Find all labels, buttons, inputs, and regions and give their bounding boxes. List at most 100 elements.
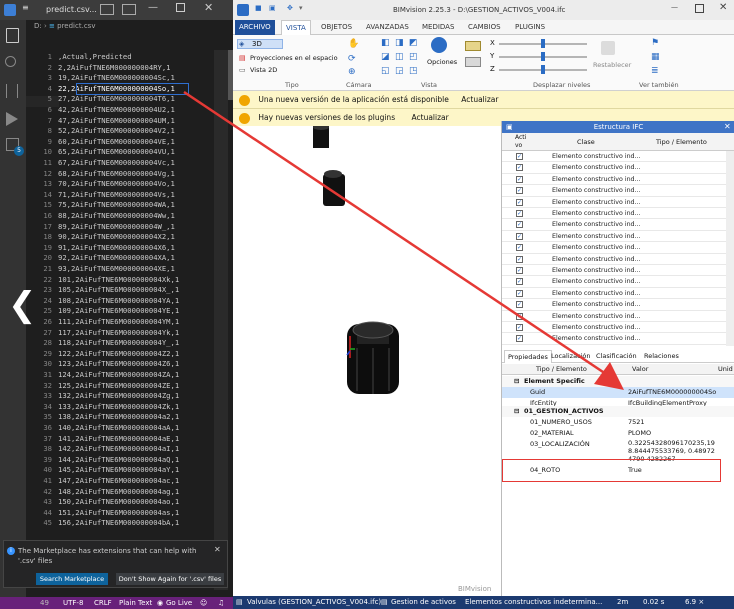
ifc-row[interactable]: ✓ Elemento constructivo ind... <box>502 197 726 208</box>
bell-icon[interactable]: ♫ <box>218 597 224 609</box>
code-line[interactable]: 44 151,2AiFufTNE6M000000004as,1 <box>26 508 233 519</box>
code-line[interactable]: 24 108,2AiFufTNE6M000000004YA,1 <box>26 296 233 307</box>
code-line[interactable]: 2 2,2AiFufTNE6M000000004RY,1 <box>26 63 233 74</box>
status-mode[interactable]: Gestion de activos <box>391 596 456 609</box>
section-element-specific[interactable]: ⊟ Element Specific <box>502 376 734 387</box>
code-line[interactable]: 17 89,2AiFufTNE6M000000004W_,1 <box>26 222 233 233</box>
tab-objetos[interactable]: OBJETOS <box>317 20 356 35</box>
slider-y-thumb[interactable] <box>541 52 545 61</box>
ifc-row[interactable]: ✓ Elemento constructivo ind... <box>502 162 726 174</box>
code-line[interactable]: 14 71,2AiFufTNE6M000000004Vs,1 <box>26 190 233 201</box>
active-checkbox[interactable]: ✓ <box>516 198 523 206</box>
active-checkbox[interactable]: ✓ <box>516 301 523 309</box>
view-back-icon[interactable]: ◨ <box>395 38 404 48</box>
close-icon[interactable]: ✕ <box>204 1 213 14</box>
view-iso3-icon[interactable]: ◳ <box>409 66 418 76</box>
view-bottom-icon[interactable]: ◰ <box>409 52 418 62</box>
ifc-row[interactable]: ✓ Elemento constructivo ind... <box>502 276 726 288</box>
code-line[interactable]: 11 67,2AiFufTNE6M000000004Vc,1 <box>26 158 233 169</box>
ifc-row[interactable]: ✓ Elemento constructivo ind... <box>502 242 726 254</box>
tab-relaciones[interactable]: Relaciones <box>641 350 682 363</box>
tab-cambios[interactable]: CAMBIOS <box>464 20 505 35</box>
status-eol[interactable]: CRLF <box>94 597 112 609</box>
ifc-row[interactable]: ✓ Elemento constructivo ind... <box>502 311 726 322</box>
code-line[interactable]: 18 90,2AiFufTNE6M000000004X2,1 <box>26 232 233 243</box>
pin-icon[interactable]: ▣ <box>506 123 513 131</box>
active-checkbox[interactable]: ✓ <box>516 289 523 297</box>
tab-plugins[interactable]: PLUGINS <box>511 20 549 35</box>
active-checkbox[interactable]: ✓ <box>516 153 523 160</box>
ifc-row[interactable]: ✓ Elemento constructivo ind... <box>502 299 726 311</box>
status-file[interactable]: Valvulas (GESTION_ACTIVOS_V004.ifc) <box>247 596 381 609</box>
accounts-icon[interactable]: ☺ <box>200 597 207 609</box>
ifc-row[interactable]: ✓ Elemento constructivo ind... <box>502 333 726 345</box>
camera-orbit-icon[interactable]: ⟳ <box>348 54 356 64</box>
tab-localizacion[interactable]: Localización <box>548 350 594 363</box>
code-area[interactable]: 1 ,Actual,Predicted 2 2,2AiFufTNE6M00000000… <box>26 52 233 592</box>
tab-avanzadas[interactable]: AVANZADAS <box>362 20 413 35</box>
active-checkbox[interactable]: ✓ <box>516 221 523 229</box>
ifc-row[interactable]: ✓ Elemento constructivo ind... <box>502 151 726 163</box>
code-line[interactable]: 7 47,2AiFufTNE6M000000004UM,1 <box>26 116 233 127</box>
ifc-row[interactable]: ✓ Elemento constructivo ind... <box>502 185 726 197</box>
ifc-row[interactable]: ✓ Elemento constructivo ind... <box>502 322 726 334</box>
view-front-icon[interactable]: ◧ <box>381 38 390 48</box>
status-encoding[interactable]: UTF-8 <box>63 597 83 609</box>
layout-icon[interactable] <box>100 4 114 15</box>
plugins-update-link[interactable]: Actualizar <box>412 113 449 122</box>
ifc-row[interactable]: ✓ Elemento constructivo ind... <box>502 265 726 277</box>
options-button[interactable]: Opciones <box>427 58 457 66</box>
col-class-header[interactable]: Clase <box>577 138 595 146</box>
collapse-icon[interactable]: ⊟ <box>514 376 519 387</box>
view-iso2-icon[interactable]: ◲ <box>395 66 404 76</box>
prop-row-guid[interactable]: Guid 2AiFufTNE6M000000004So <box>502 387 734 398</box>
code-line[interactable]: 35 138,2AiFufTNE6M000000004a2,1 <box>26 412 233 423</box>
ifc-row[interactable]: ✓ Elemento constructivo ind... <box>502 208 726 220</box>
editor-pane[interactable]: D: › ≡ predict.csv 1 ,Actual,Predicted 2 2,… <box>26 20 233 597</box>
move-icon[interactable]: ✥ <box>287 4 293 12</box>
code-line[interactable]: 40 145,2AiFufTNE6M000000004aY,1 <box>26 465 233 476</box>
folder-icon[interactable]: ▣ <box>269 4 276 12</box>
code-line[interactable]: 32 125,2AiFufTNE6M000000004ZE,1 <box>26 381 233 392</box>
camera-hand-icon[interactable]: ✋ <box>348 39 359 49</box>
active-checkbox[interactable]: ✓ <box>516 312 523 320</box>
code-line[interactable]: 25 109,2AiFufTNE6M000000004YE,1 <box>26 306 233 317</box>
minimize-icon[interactable]: — <box>148 2 158 13</box>
code-line[interactable]: 21 93,2AiFufTNE6M000000004XE,1 <box>26 264 233 275</box>
3d-viewport[interactable] <box>233 124 501 596</box>
close-icon[interactable]: ✕ <box>719 2 727 13</box>
tab-vista[interactable]: VISTA <box>281 20 311 35</box>
search-icon[interactable] <box>5 56 16 67</box>
code-line[interactable]: 41 147,2AiFufTNE6M000000004ac,1 <box>26 476 233 487</box>
code-line[interactable]: 37 141,2AiFufTNE6M000000004aE,1 <box>26 434 233 445</box>
code-line[interactable]: 20 92,2AiFufTNE6M000000004XA,1 <box>26 253 233 264</box>
code-line[interactable]: 19 91,2AiFufTNE6M000000004X6,1 <box>26 243 233 254</box>
flag-icon[interactable]: ⚑ <box>651 38 659 48</box>
view-top-icon[interactable]: ◩ <box>409 38 418 48</box>
tab-medidas[interactable]: MEDIDAS <box>418 20 458 35</box>
active-checkbox[interactable]: ✓ <box>516 244 523 252</box>
ifc-row[interactable]: ✓ Elemento constructivo ind... <box>502 254 726 265</box>
code-line[interactable]: 31 124,2AiFufTNE6M000000004ZA,1 <box>26 370 233 381</box>
ifc-row[interactable]: ✓ Elemento constructivo ind... <box>502 219 726 231</box>
camera-zoom-icon[interactable]: ⊕ <box>348 67 356 77</box>
tab-archivo[interactable]: ARCHIVO <box>235 20 275 35</box>
tab-clasificacion[interactable]: Clasificación <box>593 350 640 363</box>
section-gestion-activos[interactable]: ⊟ 01_GESTION_ACTIVOS <box>502 406 734 417</box>
code-line[interactable]: 16 88,2AiFufTNE6M000000004Ww,1 <box>26 211 233 222</box>
grid-icon[interactable]: ▦ <box>651 52 660 62</box>
ifc-row[interactable]: ✓ Elemento constructivo ind... <box>502 231 726 243</box>
col-type-header[interactable]: Tipo / Elemento <box>656 138 707 146</box>
projections-button[interactable]: Proyecciones en el espacio <box>250 54 338 62</box>
code-line[interactable]: 26 111,2AiFufTNE6M000000004YM,1 <box>26 317 233 328</box>
save-icon[interactable]: ■ <box>255 4 262 12</box>
breadcrumb-file[interactable]: predict.csv <box>57 22 95 30</box>
active-checkbox[interactable]: ✓ <box>516 210 523 217</box>
col-type-elemento[interactable]: Tipo / Elemento <box>536 364 587 375</box>
view-right-icon[interactable]: ◫ <box>395 52 404 62</box>
minimap[interactable] <box>214 50 228 590</box>
code-line[interactable]: 28 118,2AiFufTNE6M000000004Y_,1 <box>26 338 233 349</box>
code-line[interactable]: 29 122,2AiFufTNE6M000000004Z2,1 <box>26 349 233 360</box>
code-line[interactable]: 30 123,2AiFufTNE6M000000004Z6,1 <box>26 359 233 370</box>
code-line[interactable]: 33 132,2AiFufTNE6M000000004Zg,1 <box>26 391 233 402</box>
